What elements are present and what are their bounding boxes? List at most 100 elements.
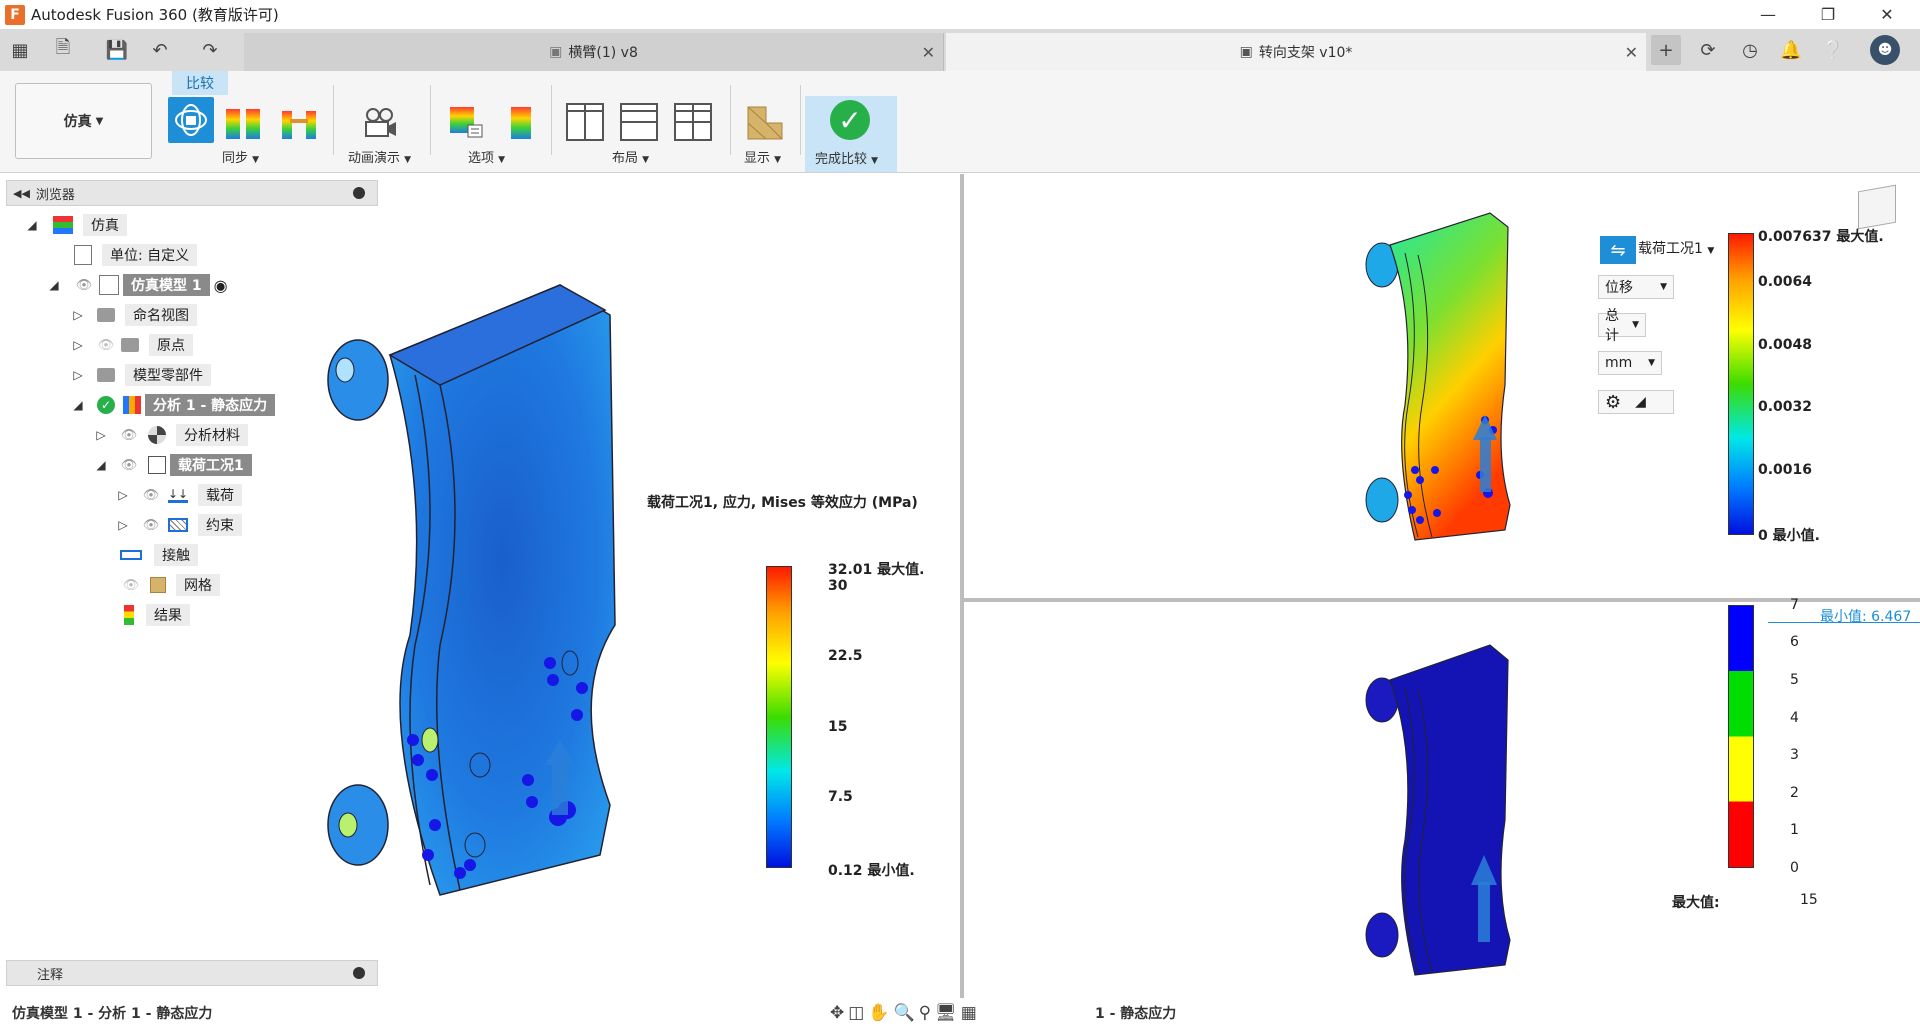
expand-panel-icon[interactable] (353, 967, 365, 979)
tree-item-model-components[interactable]: ▷ 模型零部件 (71, 363, 211, 387)
sync-group-label[interactable]: 同步 ▼ (222, 147, 259, 166)
layout-group-label[interactable]: 布局 ▼ (612, 147, 649, 166)
visibility-eye-icon[interactable]: 👁 (118, 428, 140, 443)
collapsed-triangle-icon[interactable]: ▷ (71, 338, 85, 352)
tree-item-sim-model[interactable]: ◢ 👁 仿真模型 1 ◉ (47, 273, 228, 297)
tree-item-named-views[interactable]: ▷ 命名视图 (71, 303, 197, 327)
chevron-down-icon: ▼ (1632, 320, 1639, 330)
notifications-icon[interactable]: 🔔 (1776, 35, 1806, 65)
tab-compare[interactable]: 比较 (172, 71, 228, 95)
legend-options-icon[interactable]: ◢ (1635, 394, 1646, 410)
job-status-icon[interactable]: ◷ (1735, 35, 1765, 65)
tree-item-analysis-1[interactable]: ◢ ✓ 分析 1 - 静态应力 (71, 393, 276, 417)
save-icon[interactable]: 💾 (102, 35, 132, 65)
tree-item-loads[interactable]: ▷ 👁 ↓↓ 载荷 (116, 483, 242, 507)
visibility-eye-icon[interactable]: 👁 (140, 518, 162, 533)
minimize-panel-icon[interactable] (353, 187, 365, 199)
comments-panel-header[interactable]: 注释 (6, 960, 378, 986)
sync-camera-icon[interactable] (168, 97, 214, 143)
finish-compare-button[interactable]: ✓ 完成比较 ▼ (805, 96, 897, 172)
tree-item-study-materials[interactable]: ▷ 👁 分析材料 (94, 423, 248, 447)
tree-item-mesh[interactable]: 👁 网格 (120, 573, 220, 597)
collapsed-triangle-icon[interactable]: ▷ (71, 308, 85, 322)
activate-radio-icon[interactable]: ◉ (214, 276, 228, 295)
sync-legend-icon[interactable] (280, 103, 318, 141)
close-window-button[interactable]: ✕ (1864, 0, 1910, 29)
viewport-vertical-divider[interactable] (960, 174, 964, 998)
view-cube[interactable] (1858, 184, 1896, 230)
stress-legend-max: 32.01 最大值. (828, 562, 925, 578)
user-avatar[interactable]: ☻ (1870, 35, 1900, 65)
expanded-triangle-icon[interactable]: ◢ (94, 458, 108, 472)
tab-steering-bracket[interactable]: ▣ 转向支架 v10* ✕ (946, 33, 1646, 71)
look-at-icon[interactable]: ◫ (848, 1003, 864, 1023)
orbit-icon[interactable]: ✥ (830, 1003, 844, 1023)
stress-model-view[interactable] (320, 245, 620, 915)
fit-icon[interactable]: ⚲ (919, 1003, 931, 1023)
workspace-switcher-button[interactable]: 仿真 ▼ (15, 83, 152, 159)
expanded-triangle-icon[interactable]: ◢ (47, 278, 61, 292)
sync-toggle-icon[interactable]: ⇋ (1600, 236, 1636, 264)
collapsed-triangle-icon[interactable]: ▷ (116, 488, 130, 502)
tree-item-units[interactable]: 单位: 自定义 (74, 243, 198, 267)
redo-icon[interactable]: ↷ (195, 35, 225, 65)
visibility-eye-icon[interactable]: 👁 (118, 458, 140, 473)
animate-camera-icon[interactable] (360, 103, 398, 141)
undo-icon[interactable]: ↶ (145, 35, 175, 65)
collapsed-triangle-icon[interactable]: ▷ (71, 368, 85, 382)
tree-item-load-case-1[interactable]: ◢ 👁 载荷工况1 (94, 453, 252, 477)
viewport-horizontal-divider[interactable] (964, 598, 1920, 602)
grid-settings-icon[interactable]: ▦ (961, 1003, 977, 1023)
collapsed-triangle-icon[interactable]: ▷ (94, 428, 108, 442)
file-menu-icon[interactable]: 🗎 (48, 35, 78, 65)
options-group-label[interactable]: 选项 ▼ (468, 147, 505, 166)
zoom-icon[interactable]: 🔍 (893, 1003, 914, 1023)
close-tab-icon[interactable]: ✕ (922, 43, 935, 62)
tree-item-contacts[interactable]: 接触 (120, 543, 198, 567)
collapsed-triangle-icon[interactable]: ▷ (116, 518, 130, 532)
tree-item-simulation[interactable]: ◢ 仿真 (25, 213, 127, 237)
sync-results-icon[interactable] (224, 103, 262, 141)
layout-three-view-icon[interactable] (674, 103, 712, 141)
expanded-triangle-icon[interactable]: ◢ (25, 218, 39, 232)
sync-status-icon[interactable]: ⟳ (1693, 35, 1723, 65)
tree-item-constraints[interactable]: ▷ 👁 约束 (116, 513, 242, 537)
display-mesh-icon[interactable] (746, 103, 784, 141)
visibility-eye-icon[interactable]: 👁 (140, 488, 162, 503)
safety-factor-model-view[interactable] (1360, 640, 1520, 980)
component-dropdown[interactable]: 总计 ▼ (1598, 308, 1646, 344)
collapse-browser-icon[interactable]: ◀◀ (13, 187, 30, 200)
visibility-eye-icon[interactable]: 👁 (73, 278, 95, 293)
mesh-icon (150, 577, 166, 593)
display-settings-icon[interactable]: 🖥 (935, 1003, 957, 1023)
maximize-button[interactable]: ❐ (1805, 0, 1851, 29)
hidden-eye-icon[interactable]: 👁 (95, 338, 117, 353)
expanded-triangle-icon[interactable]: ◢ (71, 398, 85, 412)
stress-legend-tick: 15 (828, 719, 848, 735)
display-group-label[interactable]: 显示 ▼ (744, 147, 781, 166)
gear-icon[interactable]: ⚙ (1605, 392, 1621, 413)
minimize-button[interactable]: — (1745, 0, 1791, 29)
legend-options-icon[interactable] (503, 103, 541, 141)
layout-vertical-split-icon[interactable] (566, 103, 604, 141)
folder-icon (121, 338, 139, 352)
tree-item-results[interactable]: 结果 (124, 603, 190, 627)
pan-hand-icon[interactable]: ✋ (868, 1003, 889, 1023)
unit-dropdown[interactable]: mm ▼ (1598, 351, 1662, 375)
navigation-toolbar: ✥ ◫ ✋ 🔍 ⚲ 🖥 ▦ (830, 998, 1092, 1027)
tab-crossarm[interactable]: ▣ 横臂(1) v8 ✕ (244, 33, 944, 71)
new-tab-icon[interactable]: + (1651, 35, 1681, 65)
ribbon-separator (430, 85, 431, 155)
browser-panel-header[interactable]: ◀◀ 浏览器 (6, 180, 378, 206)
animate-group-label[interactable]: 动画演示 ▼ (348, 147, 411, 166)
result-options-icon[interactable] (448, 103, 486, 141)
app-grid-icon[interactable]: ▦ (5, 35, 35, 65)
load-case-dropdown[interactable]: 载荷工况1 ▼ (1638, 238, 1714, 258)
result-type-dropdown[interactable]: 位移 ▼ (1598, 275, 1674, 299)
hidden-eye-icon[interactable]: 👁 (120, 578, 142, 593)
displacement-model-view[interactable] (1360, 205, 1520, 545)
help-icon[interactable]: ❔ (1818, 35, 1848, 65)
tree-item-origin[interactable]: ▷ 👁 原点 (71, 333, 193, 357)
close-tab-icon[interactable]: ✕ (1625, 43, 1638, 62)
layout-horizontal-split-icon[interactable] (620, 103, 658, 141)
